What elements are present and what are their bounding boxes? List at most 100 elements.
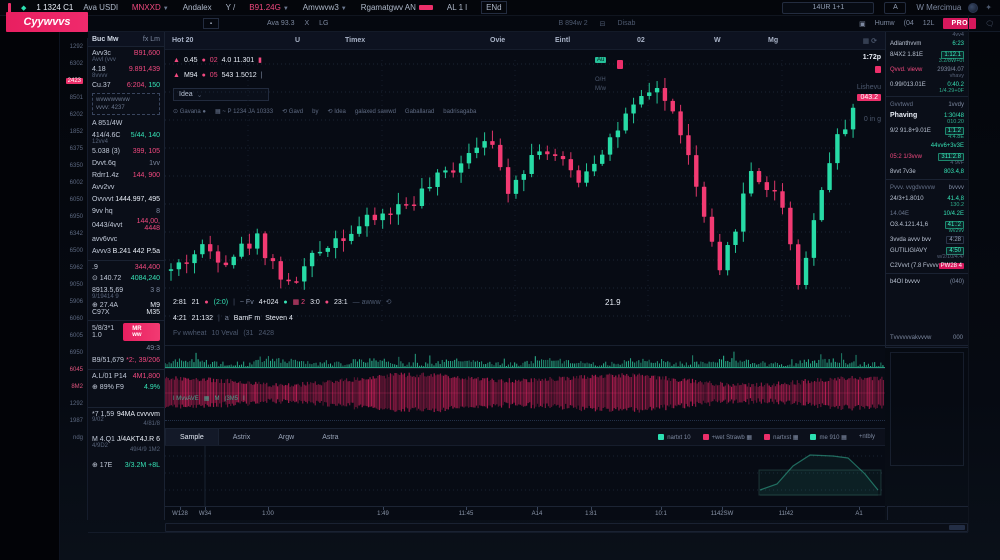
chart-header-col[interactable]: 02 — [637, 37, 645, 44]
order-row[interactable]: b4OI bvvvv(040) — [886, 276, 968, 287]
menu-item[interactable]: AL 1 l — [447, 3, 467, 12]
menu-item[interactable]: Andalex — [183, 3, 212, 12]
ladder-price[interactable]: 6050 — [60, 191, 87, 208]
watch-row[interactable]: .9344,400 — [88, 260, 164, 272]
menu-item[interactable]: Ava USDl — [83, 3, 118, 12]
ladder-price[interactable]: 5962 — [60, 259, 87, 276]
chat-icon[interactable]: 🗨 — [985, 20, 994, 28]
watch-row[interactable]: B9/51,679*2:, 39/206 — [88, 354, 164, 366]
layout-box-icon[interactable]: ▪ — [203, 18, 219, 29]
chart-header-col[interactable]: Ovie — [490, 37, 505, 44]
volume-pane[interactable] — [165, 345, 885, 368]
scrollbar-handle[interactable] — [949, 525, 965, 530]
ladder-price[interactable]: 6045 — [60, 361, 87, 378]
menu-item[interactable]: Y / — [226, 3, 236, 12]
ladder-price[interactable]: 6060 — [60, 310, 87, 327]
ladder-price[interactable]: 8501 — [60, 89, 87, 106]
ladder-price[interactable]: 6350 — [60, 157, 87, 174]
bottom-tab[interactable]: Astra — [308, 429, 352, 445]
search-input[interactable]: 14UR 1+1 — [782, 2, 874, 14]
subbar-mid-item[interactable]: Disab — [618, 20, 636, 28]
side-tab[interactable]: (04 — [904, 20, 914, 28]
ladder-price[interactable]: 6375 — [60, 140, 87, 157]
menu-item[interactable]: Amvwvw3▼ — [303, 3, 347, 12]
legend-item[interactable]: nartxst ▦ — [764, 434, 798, 441]
watch-row[interactable]: 5/8/3*1 1.0MR ww — [88, 320, 164, 342]
watch-row[interactable]: A.L/01 P144M1,800 — [88, 369, 164, 381]
ladder-price[interactable]: 1987 — [60, 412, 87, 429]
ladder-price[interactable]: 6002 — [60, 174, 87, 191]
ladder-price[interactable]: 6202 — [60, 106, 87, 123]
ladder-price[interactable]: 6342 — [60, 225, 87, 242]
workspace-tab[interactable]: Ava 93.3 — [267, 20, 295, 27]
watch-row[interactable]: avv6vvc — [88, 233, 164, 245]
account-label[interactable]: W Mercimua — [916, 3, 961, 12]
chart-header-col[interactable]: Mg — [768, 37, 778, 44]
bottom-chart[interactable] — [165, 446, 885, 506]
mode-box[interactable]: A — [884, 2, 906, 14]
side-tab[interactable]: 12L — [923, 20, 935, 28]
order-row[interactable]: Gvvtwvd1vvdy — [886, 99, 968, 110]
legend-item[interactable]: me 910 ▦ — [810, 434, 846, 441]
bottom-tab[interactable]: Argw — [264, 429, 308, 445]
watch-row[interactable]: ⊕ 17E3/3.2M +8L — [88, 459, 164, 471]
ladder-price[interactable]: 6500 — [60, 242, 87, 259]
watch-action-button[interactable]: MR ww — [123, 323, 160, 341]
chart-header-col[interactable]: Eintl — [555, 37, 570, 44]
oscillator-pane[interactable] — [165, 368, 885, 418]
ladder-price[interactable]: 1852 — [60, 123, 87, 140]
watch-row[interactable]: ⊙ 140.724084,240 — [88, 272, 164, 284]
side-tab[interactable]: Humw — [875, 20, 895, 28]
watch-row[interactable]: 5.038 (3)399, 105 — [88, 145, 164, 157]
menu-item[interactable]: B91.24G▼ — [249, 3, 289, 12]
ladder-price[interactable]: 1292 — [60, 395, 87, 412]
pro-button[interactable]: PRO — [943, 18, 976, 29]
watch-row[interactable]: Avvv3B.241 442 P.5a — [88, 245, 164, 257]
ladder-price[interactable]: 6950 — [60, 208, 87, 225]
order-row[interactable]: 3vvda avvv bvv4:28 — [886, 234, 968, 245]
watch-row[interactable]: 9vv hq8 — [88, 205, 164, 217]
ladder-price[interactable]: 9050 — [60, 276, 87, 293]
ladder-price[interactable]: 2423 — [60, 72, 87, 89]
chart-header-col[interactable]: W — [714, 37, 721, 44]
ladder-price[interactable]: 6950 — [60, 344, 87, 361]
bottom-tab[interactable]: Astrix — [219, 429, 265, 445]
order-row[interactable]: Adlanthvvm6:23 — [886, 38, 968, 49]
menu-item[interactable]: ENd — [481, 1, 507, 14]
workspace-tab[interactable]: X — [304, 20, 309, 27]
watch-row[interactable]: Avv2vv — [88, 181, 164, 193]
watch-row[interactable]: Dvvt.6q1vv — [88, 157, 164, 169]
watch-row[interactable]: Cu.376:204, 150 — [88, 79, 164, 91]
ladder-price[interactable]: 5906 — [60, 293, 87, 310]
chart-header-col[interactable]: Hot 20 — [172, 37, 193, 44]
order-row[interactable]: Pvvv. vvgdvvvvwbvvvv — [886, 182, 968, 193]
order-row[interactable]: 8vvt 7v3e803.4,8 — [886, 166, 968, 177]
chart-scrollbar[interactable] — [165, 523, 968, 532]
menu-item[interactable]: Rgamatgwv AN — [361, 3, 433, 12]
order-row[interactable]: 44vv6+3v3E — [886, 140, 968, 151]
brand-logo[interactable]: Cyywvvs — [6, 12, 88, 32]
watch-row[interactable]: 49:3 — [88, 342, 164, 354]
legend-item[interactable]: +wet Strawb ▦ — [703, 434, 753, 441]
watch-row[interactable]: ⊕ 27.4A C97XM9 M35 — [88, 300, 164, 317]
legend-item[interactable]: nartxt 10 — [658, 434, 690, 441]
order-row[interactable]: C2Vvvt (7.8 FvvvvPW28 4 — [886, 260, 968, 271]
workspace-tab[interactable]: LG — [319, 20, 328, 27]
avatar[interactable] — [968, 3, 978, 13]
legend-item[interactable]: +ntbly — [859, 434, 875, 440]
side-tab[interactable]: ▣ — [859, 20, 866, 28]
ladder-price[interactable]: ndg — [60, 429, 87, 446]
bottom-tab[interactable]: Sample — [165, 429, 219, 445]
ladder-price[interactable]: 6005 — [60, 327, 87, 344]
watch-row[interactable]: Rdrr1.4z144, 900 — [88, 169, 164, 181]
subbar-mid-item[interactable]: B 894w 2 — [558, 20, 587, 28]
ladder-price[interactable]: 8M2 — [60, 378, 87, 395]
watch-row[interactable]: A 851/4W — [88, 117, 164, 129]
watch-row[interactable]: ⊕ 89% F94.9% — [88, 381, 164, 393]
chart-header-col[interactable]: U — [295, 37, 300, 44]
chart-header-icons[interactable]: ▦ ⟳ — [863, 37, 877, 45]
menu-item[interactable]: MNXXD▼ — [132, 3, 169, 12]
subbar-mid-item[interactable]: ⊟ — [600, 20, 606, 28]
chart-header-col[interactable]: Timex — [345, 37, 365, 44]
watch-row[interactable]: 0443/4vvt144,00, 4448 — [88, 217, 164, 233]
